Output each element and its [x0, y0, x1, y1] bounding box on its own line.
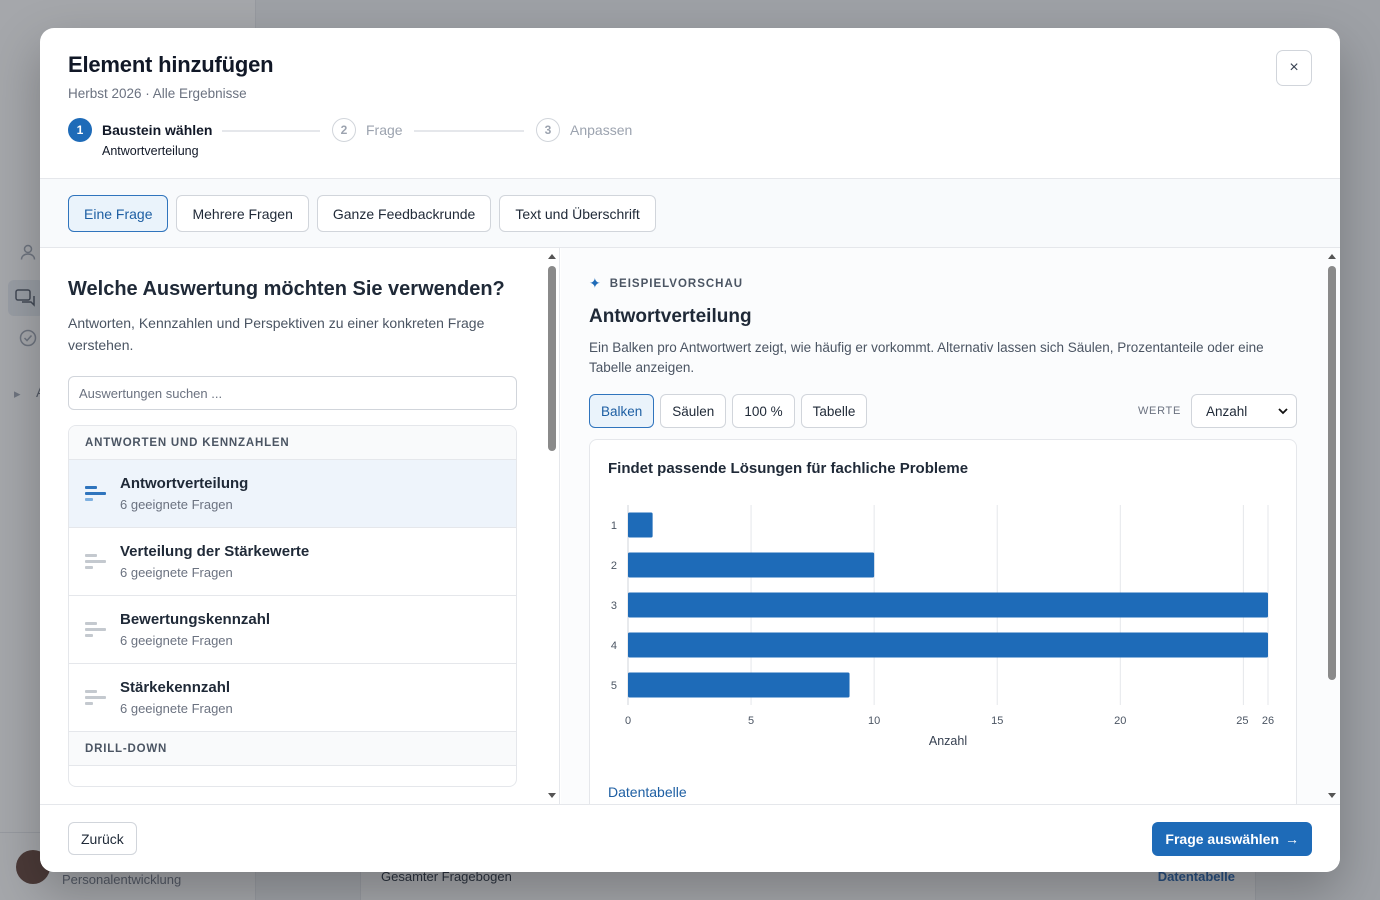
x-tick-label: 26	[1262, 715, 1274, 727]
list-heading: Welche Auswertung möchten Sie verwenden?	[68, 278, 505, 300]
preview-description: Ein Balken pro Antwortwert zeigt, wie hä…	[589, 340, 1264, 375]
list-item-subtitle: 6 geeignete Fragen	[120, 565, 233, 580]
list-item[interactable]: Bewertungskennzahl 6 geeignete Fragen	[69, 596, 516, 664]
preview-tag: ✦ BEISPIELVORSCHAU	[589, 275, 1297, 292]
x-tick-label: 5	[748, 715, 754, 727]
select-question-button[interactable]: Frage auswählen →	[1152, 821, 1312, 856]
view-balken-button[interactable]: Balken	[589, 394, 655, 428]
evaluation-list-pane: Welche Auswertung möchten Sie verwenden?…	[40, 248, 560, 804]
x-tick-label: 25	[1236, 715, 1248, 727]
step-label: Anpassen	[570, 122, 633, 138]
x-axis-label: Anzahl	[929, 734, 967, 748]
arrow-right-icon: →	[1285, 830, 1299, 847]
tab-text-und-ueberschrift[interactable]: Text und Überschrift	[499, 195, 656, 232]
scroll-up-icon[interactable]	[1328, 254, 1336, 259]
step-number: 2	[332, 118, 356, 142]
scope-tabs: Eine Frage Mehrere Fragen Ganze Feedback…	[40, 179, 1340, 248]
list-group-header: DRILL-DOWN	[69, 732, 516, 766]
view-prozent-button[interactable]: 100 %	[732, 394, 795, 428]
view-tabelle-button[interactable]: Tabelle	[800, 394, 868, 428]
chart-card: Findet passende Lösungen für fachliche P…	[589, 439, 1297, 804]
select-question-label: Frage auswählen	[1165, 830, 1279, 847]
chevron-down-icon	[1278, 408, 1288, 415]
scrollbar-thumb[interactable]	[1328, 266, 1336, 680]
list-item-title: Stärkekennzahl	[120, 679, 231, 696]
view-saeulen-button[interactable]: Säulen	[660, 394, 727, 428]
list-item-subtitle: 6 geeignete Fragen	[120, 633, 233, 648]
close-button[interactable]: ×	[1276, 50, 1312, 86]
back-button[interactable]: Zurück	[68, 822, 137, 855]
search-input[interactable]: Auswertungen suchen ...	[68, 376, 517, 410]
y-tick-label: 4	[611, 640, 617, 652]
bar	[628, 592, 1268, 618]
list-description: Antworten, Kennzahlen und Perspektiven z…	[68, 315, 485, 353]
dialog-body: Welche Auswertung möchten Sie verwenden?…	[40, 248, 1340, 804]
list-item[interactable]: Verteilung der Stärkewerte 6 geeignete F…	[69, 528, 516, 596]
tab-ganze-feedbackrunde[interactable]: Ganze Feedbackrunde	[316, 195, 492, 232]
left-scrollbar[interactable]	[545, 248, 559, 804]
list-item-title: Verteilung der Stärkewerte	[120, 543, 310, 560]
x-tick-label: 0	[625, 715, 631, 727]
preview-pane: ✦ BEISPIELVORSCHAU Antwortverteilung Ein…	[561, 248, 1340, 804]
scroll-down-icon[interactable]	[1328, 793, 1336, 798]
y-tick-label: 2	[611, 560, 617, 572]
x-tick-label: 15	[991, 715, 1003, 727]
data-table-link[interactable]: Datentabelle	[608, 784, 687, 800]
bar-chart-icon	[85, 622, 106, 637]
dialog-header: Element hinzufügen Herbst 2026 · Alle Er…	[40, 28, 1340, 179]
list-item-subtitle: 6 geeignete Fragen	[120, 701, 233, 716]
scrollbar-thumb[interactable]	[548, 266, 556, 451]
close-icon: ×	[1289, 59, 1299, 76]
values-select[interactable]: Anzahl	[1191, 394, 1297, 428]
step-label: Frage	[366, 122, 403, 138]
list-item-subtitle: 6 geeignete Fragen	[120, 497, 233, 512]
values-label: WERTE	[1137, 405, 1181, 417]
sparkle-icon: ✦	[589, 275, 602, 291]
list-item[interactable]: Antwortverteilung 6 geeignete Fragen	[69, 460, 516, 528]
scroll-down-icon[interactable]	[548, 793, 556, 798]
tab-eine-frage[interactable]: Eine Frage	[68, 195, 169, 232]
view-switcher: Balken Säulen 100 % Tabelle WERTE Anzahl	[589, 394, 1297, 428]
step-1: 1 Baustein wählen Antwortverteilung	[68, 118, 213, 158]
bar-chart-icon	[85, 690, 106, 705]
step-3: 3 Anpassen	[536, 118, 632, 142]
bar-chart-icon	[85, 486, 106, 501]
list-item[interactable]: Stärkekennzahl 6 geeignete Fragen	[69, 664, 516, 732]
add-element-dialog: Element hinzufügen Herbst 2026 · Alle Er…	[40, 28, 1340, 872]
y-tick-label: 1	[611, 520, 617, 532]
dialog-footer: Zurück Frage auswählen →	[40, 804, 1340, 872]
preview-title: Antwortverteilung	[589, 306, 752, 327]
step-label: Baustein wählen	[102, 122, 213, 138]
bar-chart-icon	[85, 554, 106, 569]
dialog-title: Element hinzufügen	[68, 52, 274, 77]
step-number: 3	[536, 118, 560, 142]
list-group-header: ANTWORTEN UND KENNZAHLEN	[69, 426, 516, 460]
tab-mehrere-fragen[interactable]: Mehrere Fragen	[176, 195, 309, 232]
bar	[628, 632, 1268, 658]
bar	[628, 512, 653, 538]
bar	[628, 672, 850, 698]
preview-tag-label: BEISPIELVORSCHAU	[609, 277, 744, 290]
list-item-title: Bewertungskennzahl	[120, 611, 271, 628]
scroll-up-icon[interactable]	[548, 254, 556, 259]
dialog-subtitle: Herbst 2026 · Alle Ergebnisse	[68, 86, 247, 101]
step-number: 1	[68, 118, 92, 142]
x-tick-label: 10	[868, 715, 880, 727]
step-detail: Antwortverteilung	[102, 144, 199, 158]
list-item-title: Antwortverteilung	[120, 475, 249, 492]
values-select-value: Anzahl	[1206, 403, 1248, 419]
step-2: 2 Frage	[332, 118, 403, 142]
values-control: WERTE Anzahl	[1138, 394, 1297, 428]
right-scrollbar[interactable]	[1325, 248, 1339, 804]
bar-chart: 1 2 3 4 5 0 5 10 15 20 25 26 Anzahl	[611, 505, 1274, 748]
bar	[628, 552, 875, 578]
y-tick-label: 3	[611, 600, 617, 612]
step-connector	[414, 130, 524, 132]
x-tick-label: 20	[1114, 715, 1126, 727]
evaluation-list: ANTWORTEN UND KENNZAHLEN Antwortverteilu…	[68, 425, 517, 787]
stepper: 1 Baustein wählen Antwortverteilung 2 Fr…	[68, 118, 768, 158]
y-tick-label: 5	[611, 680, 617, 692]
step-connector	[222, 130, 320, 132]
